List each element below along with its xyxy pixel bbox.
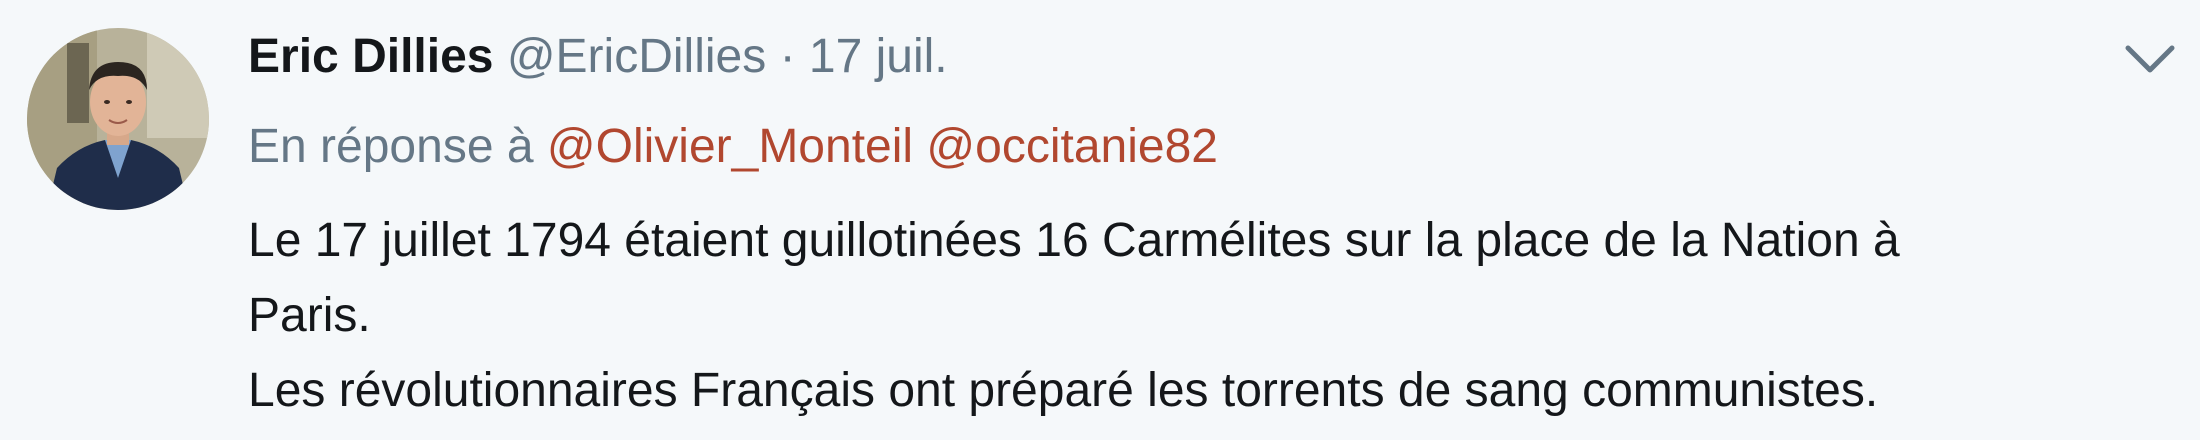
author-handle[interactable]: @EricDillies — [507, 30, 766, 83]
tweet[interactable]: Eric Dillies @EricDillies · 17 juil. En … — [0, 0, 2200, 440]
reply-prefix: En réponse à — [248, 120, 534, 173]
tweet-timestamp[interactable]: 17 juil. — [809, 30, 948, 83]
tweet-header: Eric Dillies @EricDillies · 17 juil. — [248, 28, 948, 86]
tweet-text-line: Le 17 juillet 1794 étaient guillotinées … — [248, 214, 1900, 267]
mention-link[interactable]: @Olivier_Monteil — [547, 120, 913, 173]
author-name[interactable]: Eric Dillies — [248, 30, 493, 83]
tweet-text-line: Paris. — [248, 289, 371, 342]
chevron-down-icon[interactable] — [2122, 38, 2178, 78]
header-separator: · — [779, 30, 796, 83]
tweet-text: Le 17 juillet 1794 étaient guillotinées … — [248, 203, 2138, 428]
tweet-text-line: Les révolutionnaires Français ont prépar… — [248, 364, 1879, 417]
mention-link[interactable]: @occitanie82 — [926, 120, 1218, 173]
avatar[interactable] — [27, 28, 209, 210]
reply-context: En réponse à @Olivier_Monteil @occitanie… — [248, 118, 1218, 176]
